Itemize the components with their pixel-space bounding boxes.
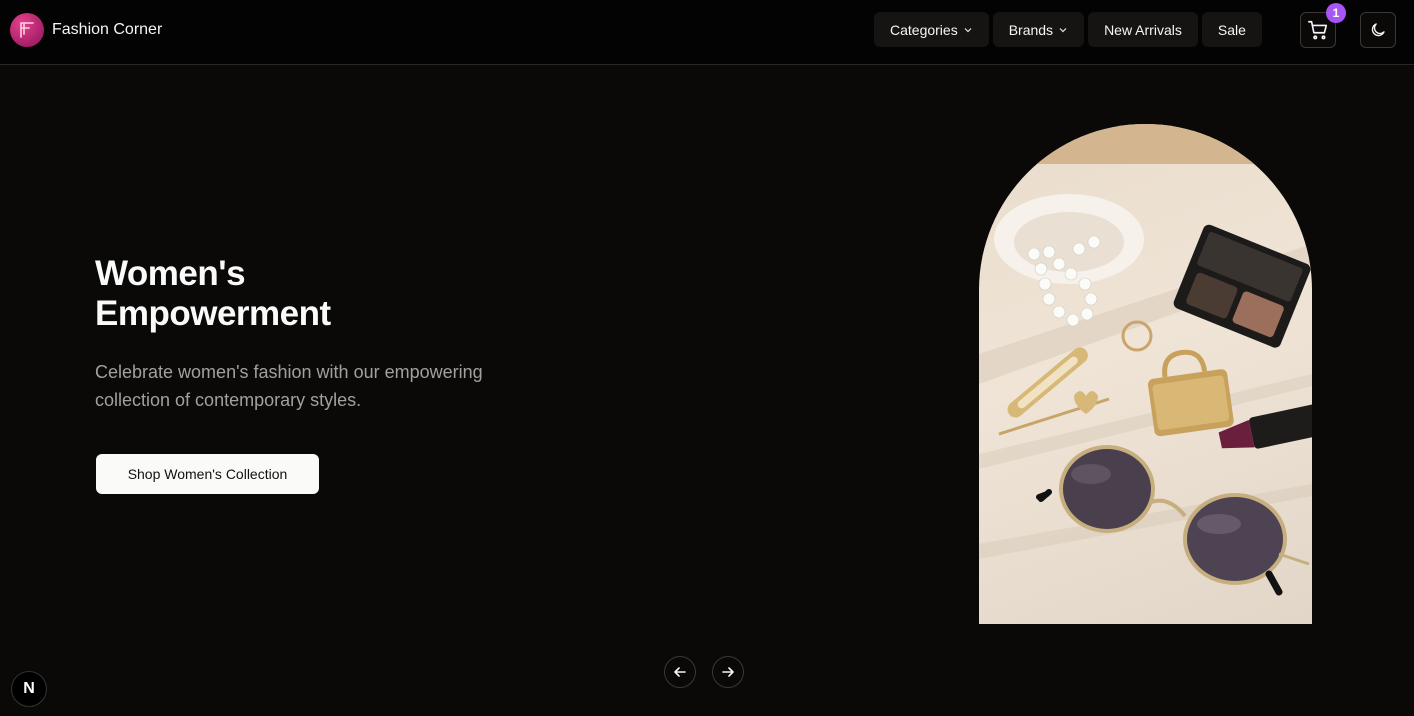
theme-toggle-button[interactable] — [1360, 12, 1396, 48]
nav-item-label: New Arrivals — [1104, 21, 1182, 38]
hero-image — [979, 124, 1312, 624]
nav-item-label: Brands — [1008, 21, 1054, 38]
nextjs-dev-badge[interactable]: N — [11, 671, 47, 707]
cart-icon — [1308, 20, 1328, 40]
hero-title-line: Women's — [95, 254, 246, 293]
page: Fashion Corner Categories Brands New Arr… — [0, 0, 1414, 716]
nav-item-sale[interactable]: Sale — [1201, 12, 1262, 47]
cart-count-badge: 1 — [1326, 3, 1346, 23]
site-header: Fashion Corner Categories Brands New Arr… — [0, 0, 1414, 65]
carousel-prev-button[interactable] — [664, 656, 696, 688]
nav-item-categories[interactable]: Categories — [874, 12, 989, 47]
main-nav: Categories Brands New Arrivals Sale — [874, 12, 1262, 47]
nav-item-brands[interactable]: Brands — [992, 12, 1085, 47]
brand-name: Fashion Corner — [52, 21, 163, 38]
chevron-down-icon — [963, 25, 973, 35]
arrow-left-icon — [674, 667, 686, 677]
carousel-next-button[interactable] — [712, 656, 744, 688]
nav-item-new-arrivals[interactable]: New Arrivals — [1088, 12, 1198, 47]
hero-subtitle: Celebrate women's fashion with our empow… — [95, 362, 483, 410]
moon-icon — [1371, 23, 1385, 37]
shop-collection-button[interactable]: Shop Women's Collection — [96, 454, 319, 494]
brand-logo-icon — [10, 13, 44, 47]
hero-title-line: Empowerment — [95, 294, 331, 333]
nav-item-label: Sale — [1217, 21, 1246, 38]
arrow-right-icon — [722, 667, 734, 677]
hero-title: Women's Empowerment — [95, 254, 515, 334]
nav-item-label: Categories — [890, 21, 958, 38]
chevron-down-icon — [1058, 25, 1068, 35]
brand[interactable]: Fashion Corner — [10, 13, 162, 47]
